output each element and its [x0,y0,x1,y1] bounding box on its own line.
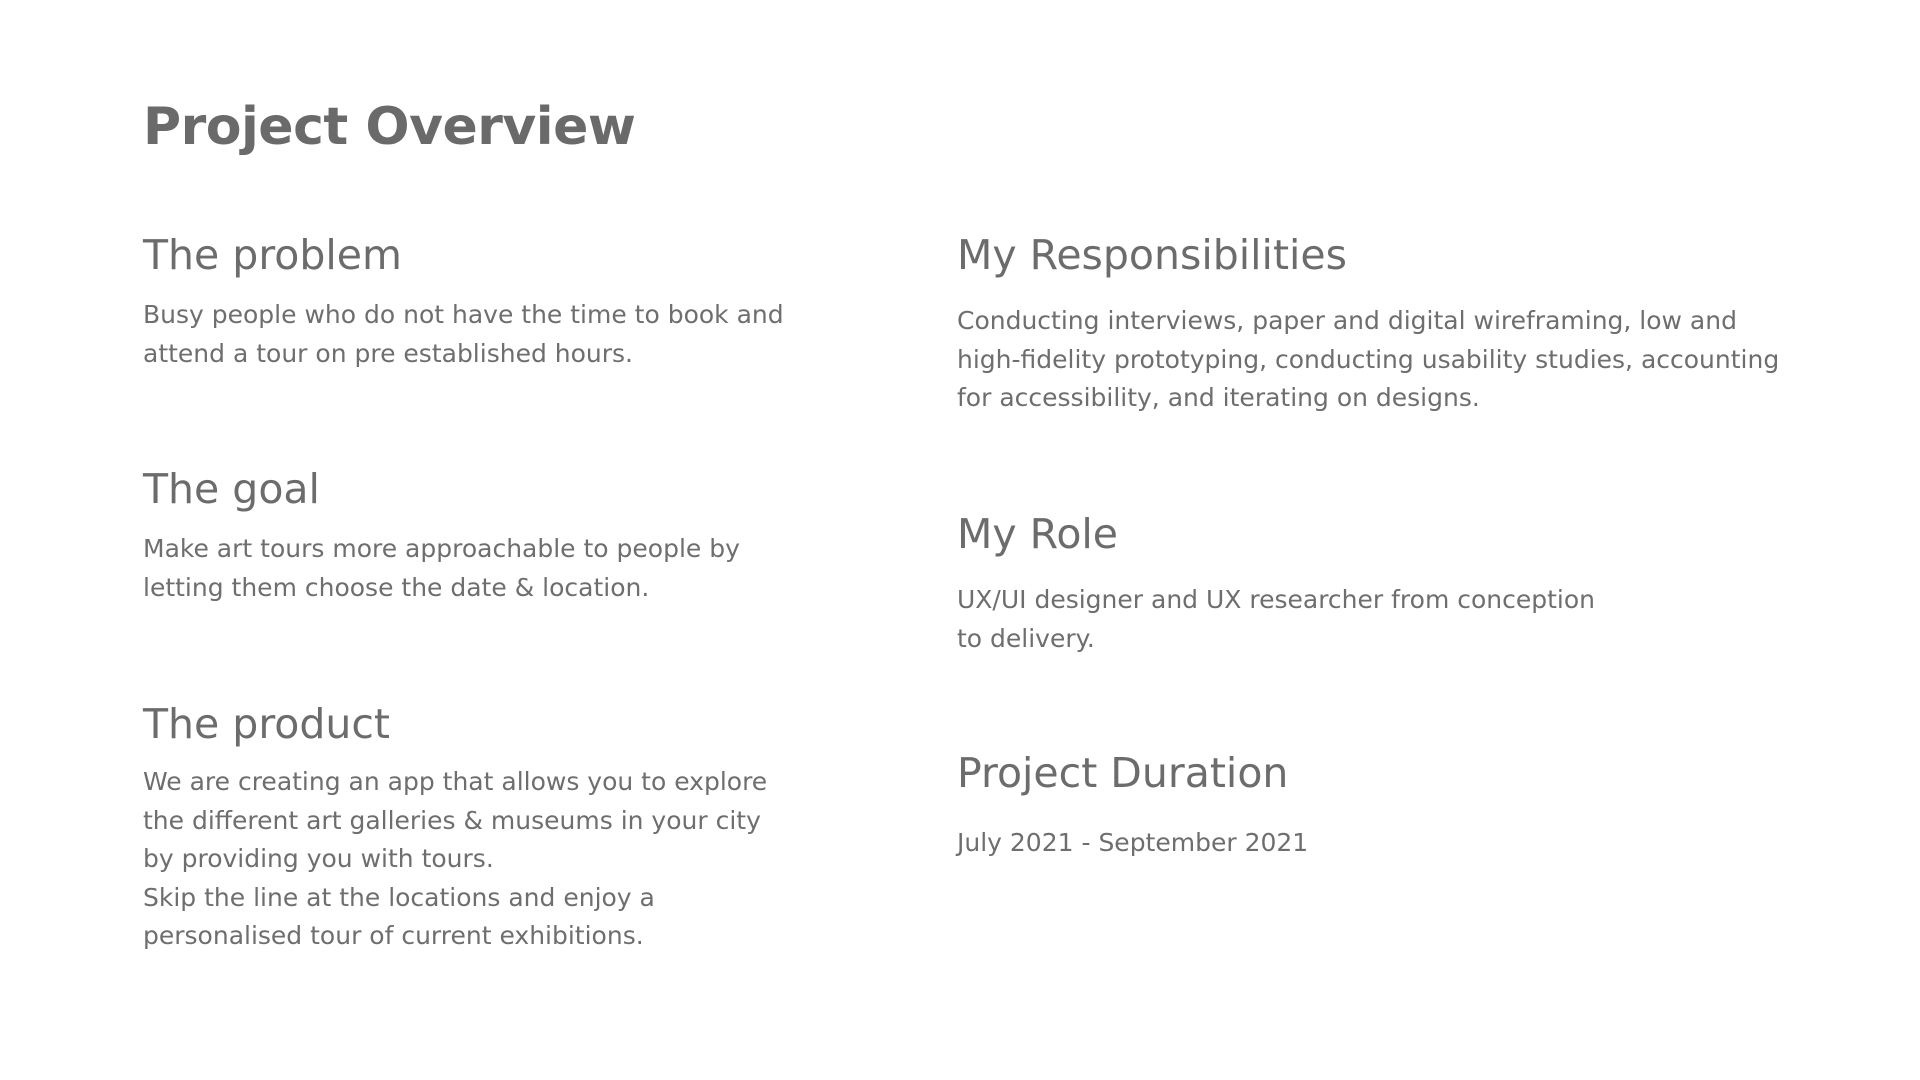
goal-section: The goal Make art tours more approachabl… [143,464,823,607]
duration-text: July 2021 - September 2021 [957,828,1309,857]
problem-section: The problem Busy people who do not have … [143,230,823,373]
role-heading: My Role [957,510,1119,558]
problem-heading: The problem [143,231,402,279]
goal-heading: The goal [143,465,320,513]
responsibilities-section: My Responsibilities Conducting interview… [957,230,1857,418]
responsibilities-text: Conducting interviews, paper and digital… [957,306,1780,412]
product-heading: The product [143,700,390,748]
role-text: UX/UI designer and UX researcher from co… [957,585,1596,653]
duration-heading: Project Duration [957,749,1289,797]
responsibilities-heading: My Responsibilities [957,231,1348,279]
duration-section: Project Duration July 2021 - September 2… [957,748,1677,863]
page-title: Project Overview [143,97,636,157]
problem-text: Busy people who do not have the time to … [143,300,784,368]
product-section: The product We are creating an app that … [143,699,823,956]
goal-text: Make art tours more approachable to peop… [143,534,740,602]
product-text: We are creating an app that allows you t… [143,767,768,950]
role-section: My Role UX/UI designer and UX researcher… [957,509,1677,658]
